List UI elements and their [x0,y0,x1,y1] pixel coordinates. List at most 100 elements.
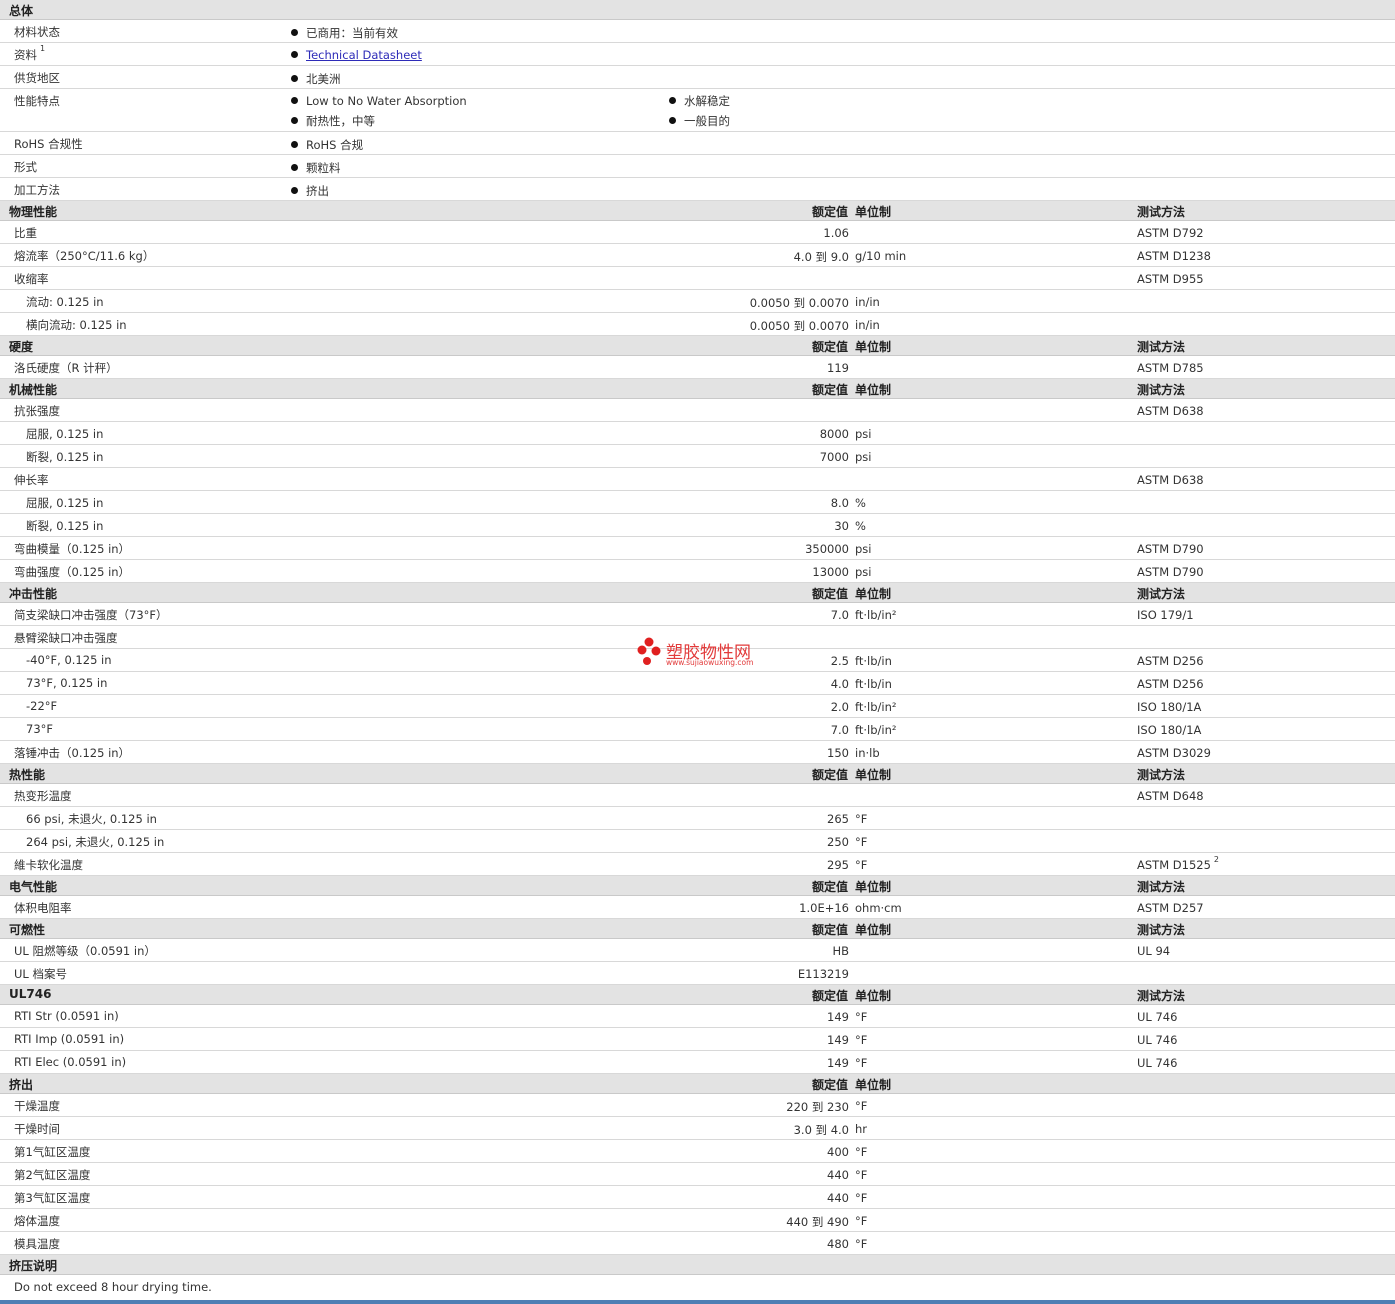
property-unit: ft·lb/in² [855,723,897,737]
method-column-header: 测试方法 [1137,383,1186,397]
value-column-header: 额定值 [811,205,848,219]
bullet-text: RoHS 合规 [306,138,364,152]
test-method: ASTM D256 [1137,677,1204,691]
bullet-item: 水解稳定 [669,93,730,109]
property-label: 維卡软化温度 [14,858,83,872]
property-label: 弯曲强度（0.125 in） [14,565,131,579]
property-value: 4.0 到 9.0 [793,250,849,264]
bullet-item: 北美洲 [291,71,341,87]
property-row: RTI Str (0.0591 in) 149 °F UL 746 [0,1005,1395,1028]
property-row: 第1气缸区温度 400 °F [0,1140,1395,1163]
property-row: 流动: 0.125 in 0.0050 到 0.0070 in/in [0,290,1395,313]
property-unit: g/10 min [855,249,907,263]
property-value: 7.0 [830,723,849,737]
section-title: 挤压说明 [9,1259,58,1273]
bullet-icon [291,117,298,124]
property-label: 模具温度 [14,1237,60,1251]
property-row: RTI Imp (0.0591 in) 149 °F UL 746 [0,1028,1395,1051]
test-method: ASTM D790 [1137,542,1204,556]
test-method-text: ASTM D638 [1137,473,1204,487]
property-value: 3.0 到 4.0 [793,1123,849,1137]
unit-column-header: 单位制 [855,923,892,937]
property-unit: in/in [855,318,880,332]
property-unit: psi [855,427,872,441]
test-method-text: ISO 179/1 [1137,608,1194,622]
unit-column-header: 单位制 [855,205,892,219]
property-label: 66 psi, 未退火, 0.125 in [26,812,157,826]
bullet-text: 颗粒料 [306,161,341,175]
bullet-icon [669,97,676,104]
property-unit: °F [855,812,868,826]
method-column-header: 测试方法 [1137,587,1186,601]
bullet-item: 一般目的 [669,113,730,129]
section-header: 可燃性 额定值 单位制 测试方法 [0,919,1395,939]
property-unit: psi [855,565,872,579]
technical-datasheet-link[interactable]: Technical Datasheet [306,48,422,62]
test-method-text: ASTM D256 [1137,677,1204,691]
bullet-item: 挤出 [291,183,329,199]
property-value: 149 [827,1033,849,1047]
property-label: 干燥温度 [14,1099,60,1113]
property-label: 弯曲模量（0.125 in） [14,542,131,556]
bullet-item: Low to No Water Absorption [291,94,467,108]
bullet-text: 水解稳定 [684,94,730,108]
property-row: RTI Elec (0.0591 in) 149 °F UL 746 [0,1051,1395,1074]
property-unit: °F [855,1010,868,1024]
property-unit: °F [855,1033,868,1047]
property-value: E113219 [797,967,849,981]
property-unit: ft·lb/in [855,654,892,668]
test-method-text: ISO 180/1A [1137,700,1202,714]
row-label: 加工方法 [14,183,60,197]
property-value: 350000 [805,542,849,556]
property-value: 265 [827,812,849,826]
property-unit: ft·lb/in² [855,700,897,714]
test-method-text: ASTM D648 [1137,789,1204,803]
property-row: 屈服, 0.125 in 8.0% [0,491,1395,514]
property-label: 熔体温度 [14,1214,60,1228]
property-label: RTI Str (0.0591 in) [14,1009,119,1023]
property-row: 体积电阻率 1.0E+16 ohm·cm ASTM D257 [0,896,1395,919]
property-label: 抗张强度 [14,404,60,418]
property-row: 横向流动: 0.125 in 0.0050 到 0.0070 in/in [0,313,1395,336]
section-title: UL746 [9,987,52,1001]
bullet-text: 一般目的 [684,114,730,128]
property-unit: % [855,519,866,533]
test-method-text: ASTM D257 [1137,901,1204,915]
test-method-text: ASTM D3029 [1137,746,1211,760]
property-label: 屈服, 0.125 in [26,427,104,441]
test-method: ASTM D638 [1137,473,1204,487]
bullet-icon [291,75,298,82]
section-title: 可燃性 [9,923,46,937]
test-method: ASTM D1525 2 [1137,855,1219,872]
value-column-header: 额定值 [811,383,848,397]
property-label: UL 档案号 [14,967,67,981]
property-row: 简支梁缺口冲击强度（73°F） 7.0 ft·lb/in² ISO 179/1 [0,603,1395,626]
general-row: 资料 1 Technical Datasheet [0,43,1395,66]
property-value: 0.0050 到 0.0070 [749,296,849,310]
property-value: 13000 [812,565,849,579]
section-header: 挤出 额定值 单位制 [0,1074,1395,1094]
general-row: 性能特点 Low to No Water Absorption 水解稳定 耐热性，中等… [0,89,1395,132]
property-label: 264 psi, 未退火, 0.125 in [26,835,165,849]
property-label: 第3气缸区温度 [14,1191,91,1205]
test-method: UL 746 [1137,1033,1177,1047]
property-value: 480 [827,1237,849,1251]
watermark-logo-icon [637,637,661,665]
unit-column-header: 单位制 [855,383,892,397]
property-value: 4.0 [830,677,849,691]
section-title: 机械性能 [9,383,58,397]
test-method: UL 746 [1137,1010,1177,1024]
method-column-header: 测试方法 [1137,989,1186,1003]
section-header-general: 总体 [0,0,1395,20]
property-value: 440 [827,1168,849,1182]
property-unit: °F [855,1168,868,1182]
row-label: 供货地区 [14,71,60,85]
section-title: 物理性能 [9,205,58,219]
bullet-icon [291,141,298,148]
property-unit: °F [855,1145,868,1159]
property-label: 第1气缸区温度 [14,1145,91,1159]
property-row: 伸长率 ASTM D638 [0,468,1395,491]
bullet-text: 耐热性，中等 [306,114,375,128]
unit-column-header: 单位制 [855,340,892,354]
property-value: 149 [827,1056,849,1070]
